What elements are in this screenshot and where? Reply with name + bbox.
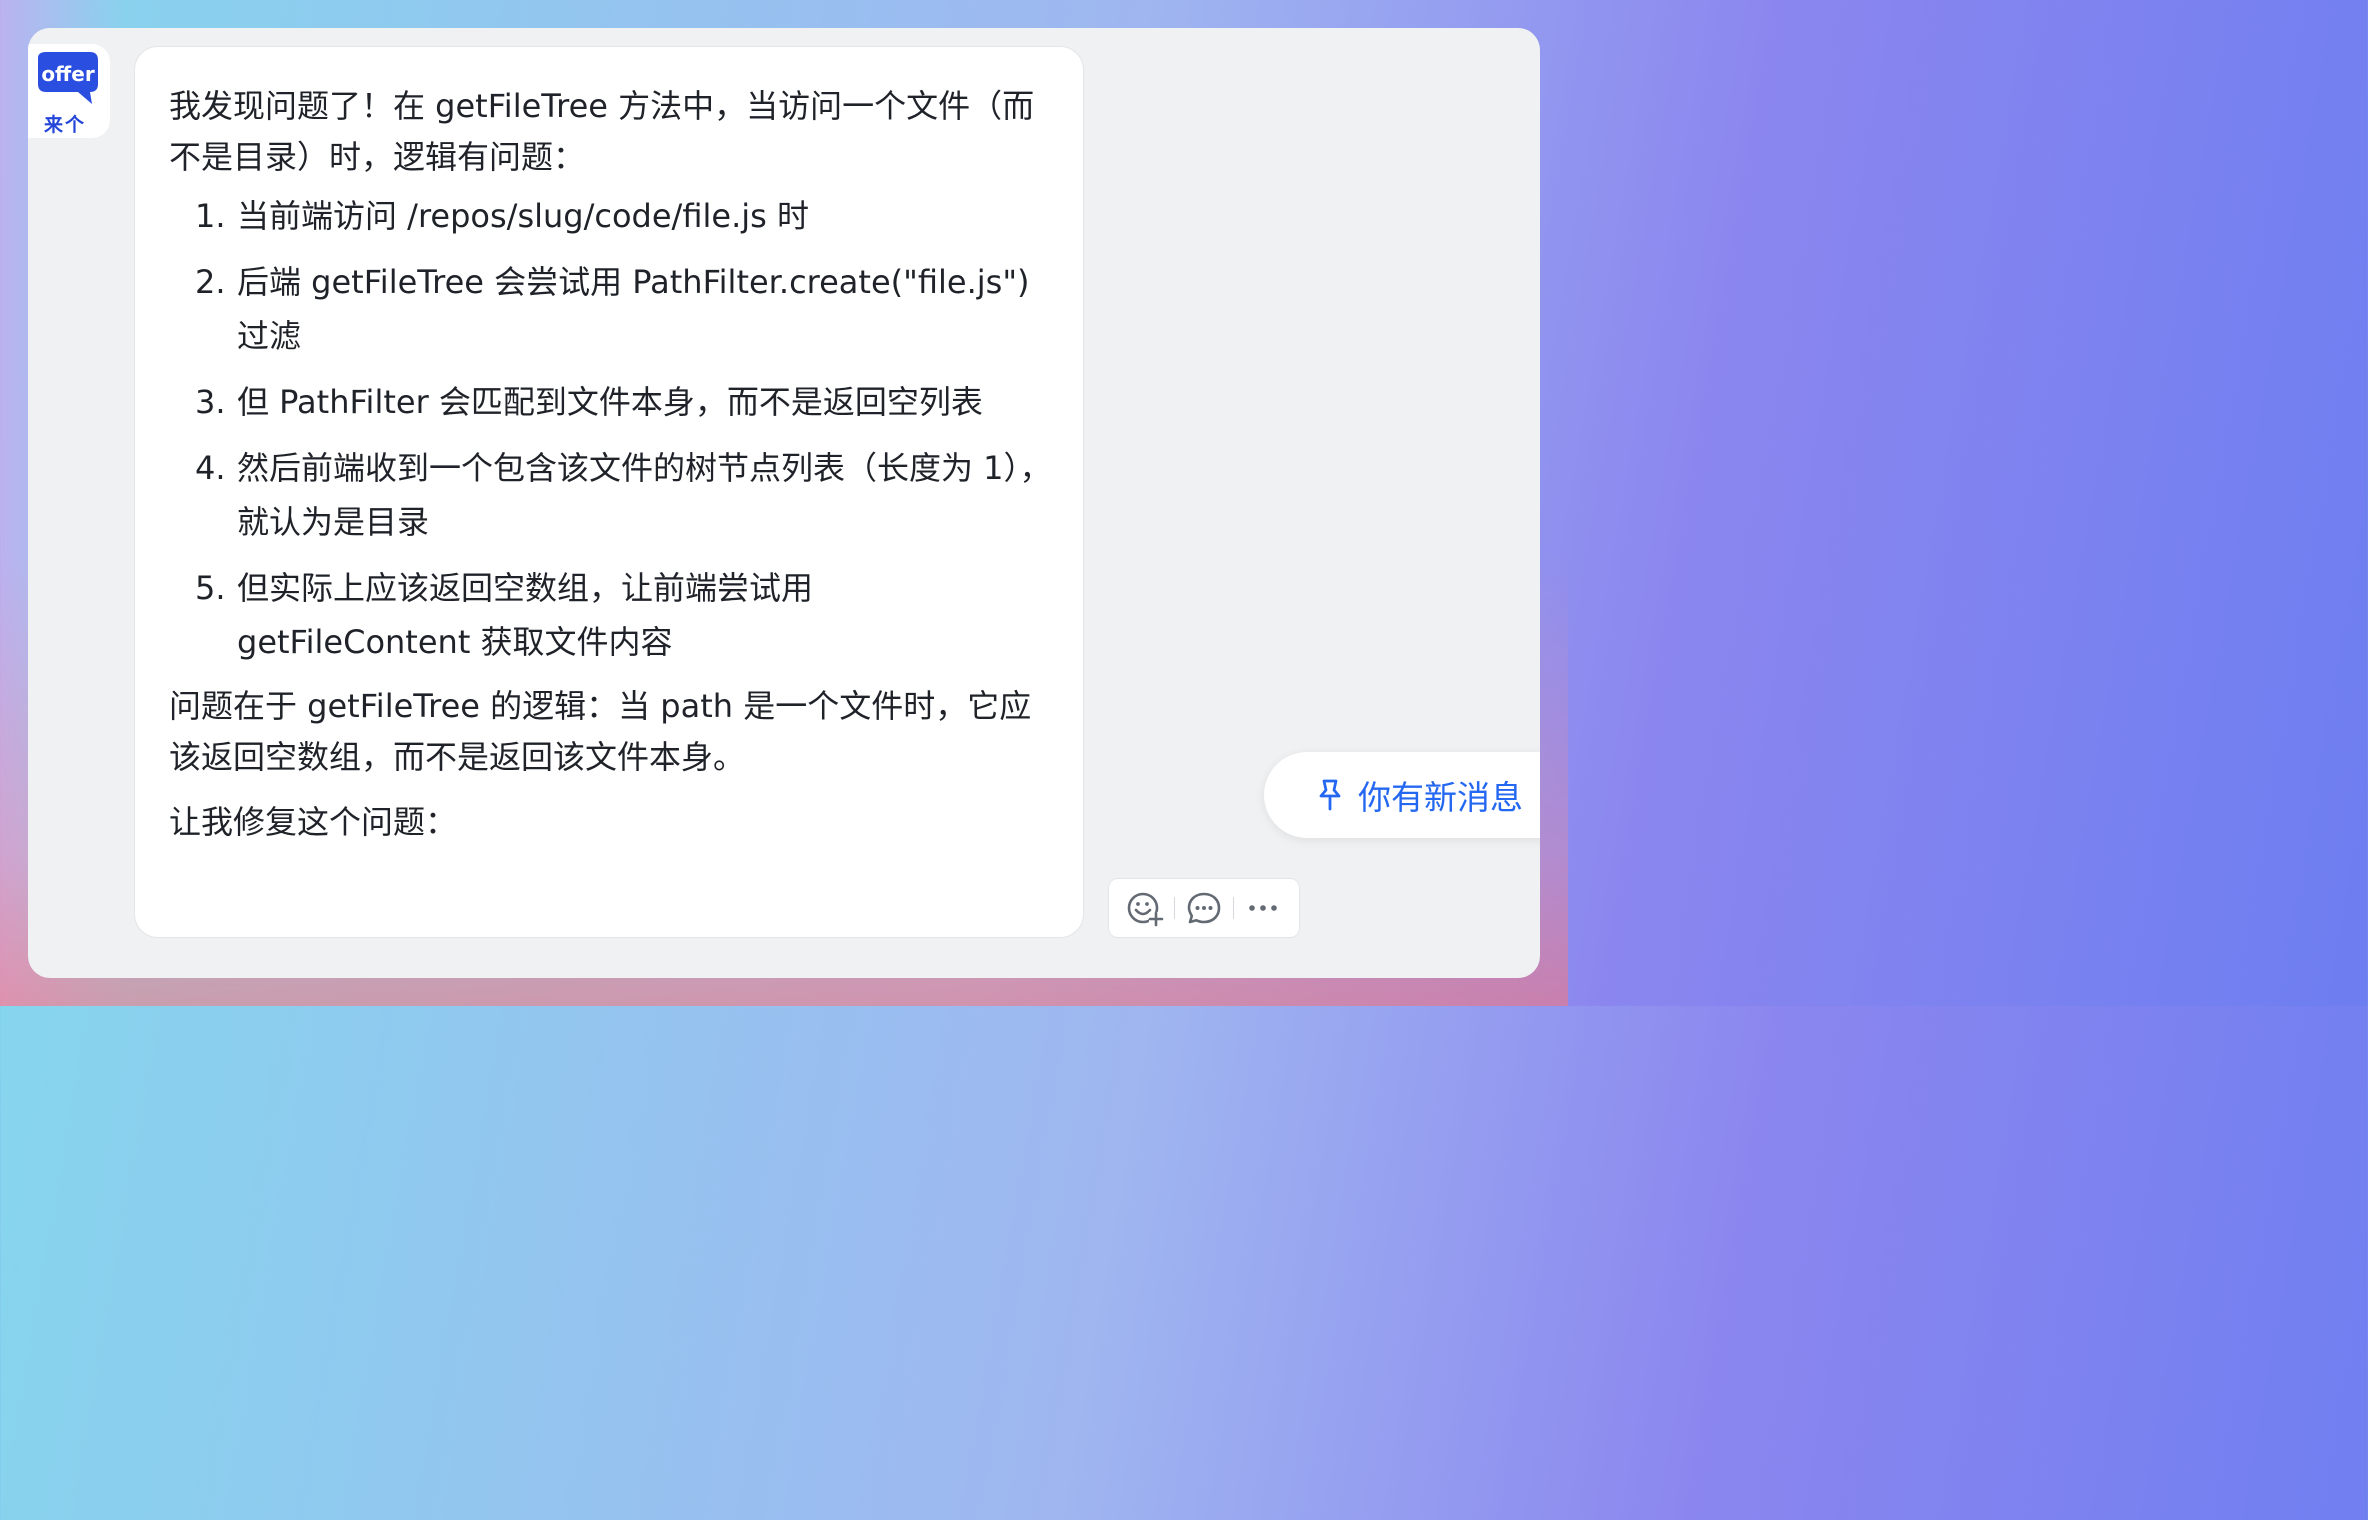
reply-icon [1187, 892, 1221, 924]
message-conclusion: 问题在于 getFileTree 的逻辑：当 path 是一个文件时，它应该返回… [169, 687, 1032, 776]
message-closing: 让我修复这个问题： [169, 803, 458, 841]
list-text: 当前端访问 /repos/slug/code/file.js 时 [237, 197, 809, 235]
list-item: 3. 但 PathFilter 会匹配到文件本身，而不是返回空列表 [169, 375, 1053, 429]
list-number: 3. [195, 383, 226, 421]
list-text: 后端 getFileTree 会尝试用 PathFilter.create("f… [237, 263, 1030, 355]
emoji-reaction-icon [1127, 892, 1163, 927]
avatar-logo-icon: offer [38, 52, 98, 104]
list-text: 然后前端收到一个包含该文件的树节点列表（长度为 1），就认为是目录 [237, 449, 1052, 541]
list-item: 2. 后端 getFileTree 会尝试用 PathFilter.create… [169, 255, 1053, 363]
list-item: 4. 然后前端收到一个包含该文件的树节点列表（长度为 1），就认为是目录 [169, 441, 1053, 549]
list-number: 5. [195, 569, 226, 607]
avatar[interactable]: offer 来个 [28, 44, 110, 138]
more-icon [1249, 905, 1278, 911]
message-action-toolbar [1108, 878, 1300, 938]
avatar-caption: 来个 [43, 114, 86, 136]
list-number: 2. [195, 263, 226, 301]
toolbar-divider [1173, 897, 1175, 919]
emoji-reaction-button[interactable] [1123, 886, 1167, 930]
avatar-logo-text: offer [41, 62, 95, 86]
list-item: 1. 当前端访问 /repos/slug/code/file.js 时 [169, 189, 1053, 243]
more-button[interactable] [1241, 886, 1285, 930]
list-text: 但 PathFilter 会匹配到文件本身，而不是返回空列表 [237, 383, 983, 421]
pin-icon [1316, 778, 1344, 812]
reply-button[interactable] [1182, 886, 1226, 930]
new-message-notification[interactable]: 你有新消息 [1264, 752, 1540, 838]
message-intro: 我发现问题了！在 getFileTree 方法中，当访问一个文件（而不是目录）时… [169, 87, 1035, 176]
list-number: 1. [195, 197, 226, 235]
list-number: 4. [195, 449, 226, 487]
toolbar-divider [1233, 897, 1235, 919]
list-item: 5. 但实际上应该返回空数组，让前端尝试用 getFileContent 获取文… [169, 561, 1053, 669]
message-bubble: 我发现问题了！在 getFileTree 方法中，当访问一个文件（而不是目录）时… [134, 46, 1084, 938]
new-message-label: 你有新消息 [1358, 778, 1523, 817]
chat-window: offer 来个 我发现问题了！在 getFileTree 方法中，当访问一个文… [28, 28, 1540, 978]
steps-list: 1. 当前端访问 /repos/slug/code/file.js 时 2. 后… [169, 189, 1053, 669]
list-text: 但实际上应该返回空数组，让前端尝试用 getFileContent 获取文件内容 [237, 569, 814, 661]
